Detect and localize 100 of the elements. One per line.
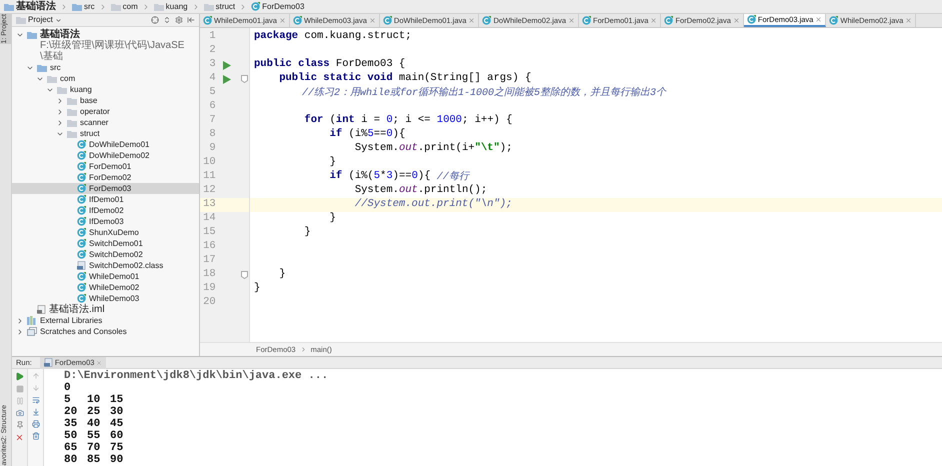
- tree-item[interactable]: WhileDemo01: [12, 271, 199, 282]
- code-line: public class ForDemo03 {: [253, 58, 406, 72]
- close-icon[interactable]: [96, 360, 102, 366]
- tree-item[interactable]: 基础语法.iml: [12, 304, 199, 315]
- line-number: 15: [202, 225, 216, 240]
- tree-item[interactable]: ForDemo02: [12, 172, 199, 183]
- close-icon[interactable]: [650, 17, 658, 24]
- pin-icon[interactable]: [16, 421, 24, 429]
- locate-icon[interactable]: [151, 16, 159, 24]
- console-value: 45: [110, 418, 124, 430]
- close-icon[interactable]: [15, 433, 24, 442]
- breadcrumb-item[interactable]: src: [84, 0, 95, 12]
- code-line: package com.kuang.struct;: [253, 30, 413, 44]
- class-icon: [746, 15, 756, 24]
- tree-item[interactable]: ShunXuDemo: [12, 227, 199, 238]
- tree-item[interactable]: ForDemo01: [12, 161, 199, 172]
- console-value: 0: [64, 382, 72, 394]
- run-icon[interactable]: [223, 74, 232, 84]
- code-line: System.out.print(i+"\t");: [354, 142, 514, 156]
- tree-item[interactable]: base: [12, 95, 199, 106]
- tree-item[interactable]: SwitchDemo02: [12, 249, 199, 260]
- close-icon[interactable]: [815, 16, 822, 23]
- tree-item[interactable]: scanner: [12, 117, 199, 128]
- tree-item[interactable]: DoWhileDemo01: [12, 139, 199, 150]
- console-command: D:\Environment\jdk8\jdk\bin\java.exe ...: [64, 370, 330, 382]
- class-icon: [77, 140, 86, 149]
- fold-icon[interactable]: [240, 271, 248, 279]
- breadcrumb-item[interactable]: struct: [216, 0, 236, 12]
- tree-item[interactable]: kuang: [12, 84, 199, 95]
- folder-icon: [154, 2, 164, 10]
- tree-item[interactable]: ForDemo03: [12, 183, 199, 194]
- scroll-to-end-icon[interactable]: [32, 408, 40, 416]
- tree-item[interactable]: struct: [12, 128, 199, 139]
- class-icon: [77, 283, 86, 292]
- close-icon[interactable]: [568, 17, 575, 24]
- close-icon[interactable]: [905, 17, 912, 24]
- tree-item[interactable]: com: [12, 73, 199, 84]
- line-number: 9: [208, 141, 216, 156]
- console-value: 25: [87, 406, 102, 418]
- tree-item[interactable]: SwitchDemo02.class: [12, 260, 199, 271]
- class-icon: [77, 294, 86, 303]
- panel-title[interactable]: Project: [28, 14, 53, 26]
- close-icon[interactable]: [732, 17, 740, 24]
- wrap-icon[interactable]: [32, 396, 40, 404]
- console-value: 35: [64, 418, 78, 430]
- breadcrumb-item[interactable]: com: [122, 0, 138, 12]
- breadcrumb-item[interactable]: ForDemo03: [262, 0, 304, 12]
- stop-icon[interactable]: [16, 385, 24, 393]
- tree-item[interactable]: IfDemo02: [12, 205, 199, 216]
- breadcrumb-item[interactable]: kuang: [166, 0, 188, 12]
- console-value: 20: [64, 406, 78, 418]
- code-line: System.out.println();: [354, 184, 488, 198]
- folder-icon: [204, 2, 214, 10]
- class-icon: [77, 151, 86, 160]
- class-icon: [77, 206, 86, 215]
- code-line: }: [328, 156, 337, 170]
- breadcrumb-item[interactable]: 基础语法: [16, 0, 56, 14]
- settings-icon[interactable]: [175, 16, 183, 24]
- close-icon[interactable]: [468, 17, 476, 24]
- tree-item[interactable]: IfDemo01: [12, 194, 199, 205]
- console-value: 60: [110, 430, 124, 442]
- line-number: 14: [202, 211, 216, 226]
- tree-item[interactable]: operator: [12, 106, 199, 117]
- tree-item[interactable]: WhileDemo03: [12, 293, 199, 304]
- run-icon[interactable]: [223, 60, 232, 70]
- tree-item[interactable]: IfDemo03: [12, 216, 199, 227]
- up-arrow-icon[interactable]: [32, 372, 40, 380]
- console-value: 70: [87, 442, 102, 454]
- fold-icon[interactable]: [240, 75, 248, 83]
- code-line: if (i%5==0){: [328, 128, 406, 142]
- run-icon[interactable]: [15, 372, 24, 381]
- hide-icon[interactable]: [187, 16, 195, 24]
- collapse-icon[interactable]: [163, 16, 171, 24]
- tree-item[interactable]: WhileDemo02: [12, 282, 199, 293]
- tree-item[interactable]: src: [12, 62, 199, 73]
- trash-icon[interactable]: [32, 432, 40, 440]
- print-icon[interactable]: [32, 420, 40, 428]
- file-icon: [77, 261, 86, 270]
- close-icon[interactable]: [368, 17, 376, 24]
- pause-icon[interactable]: [16, 397, 24, 405]
- camera-icon[interactable]: [16, 409, 24, 417]
- module-path: F:\班级管理\网课班\代码\JavaSE\基础: [39, 40, 186, 62]
- tree-item[interactable]: SwitchDemo01: [12, 238, 199, 249]
- tree-item[interactable]: Scratches and Consoles: [12, 326, 199, 337]
- down-arrow-icon[interactable]: [32, 384, 40, 392]
- class-icon: [251, 2, 260, 11]
- close-icon[interactable]: [278, 17, 286, 24]
- line-number: 6: [208, 99, 216, 114]
- code-line: }: [278, 268, 287, 282]
- line-number: 20: [202, 295, 216, 310]
- console-value: 65: [64, 442, 78, 454]
- tree-item[interactable]: External Libraries: [12, 315, 199, 326]
- dropdown-icon[interactable]: [54, 16, 62, 24]
- console-value: 10: [87, 394, 102, 406]
- tree-item[interactable]: 基础语法: [12, 29, 199, 40]
- line-number: 2: [208, 43, 216, 58]
- code-line: if (i%(5*3)==0){ //每行: [328, 170, 471, 184]
- class-icon: [77, 272, 86, 281]
- class-icon: [582, 16, 591, 25]
- tree-item[interactable]: DoWhileDemo02: [12, 150, 199, 161]
